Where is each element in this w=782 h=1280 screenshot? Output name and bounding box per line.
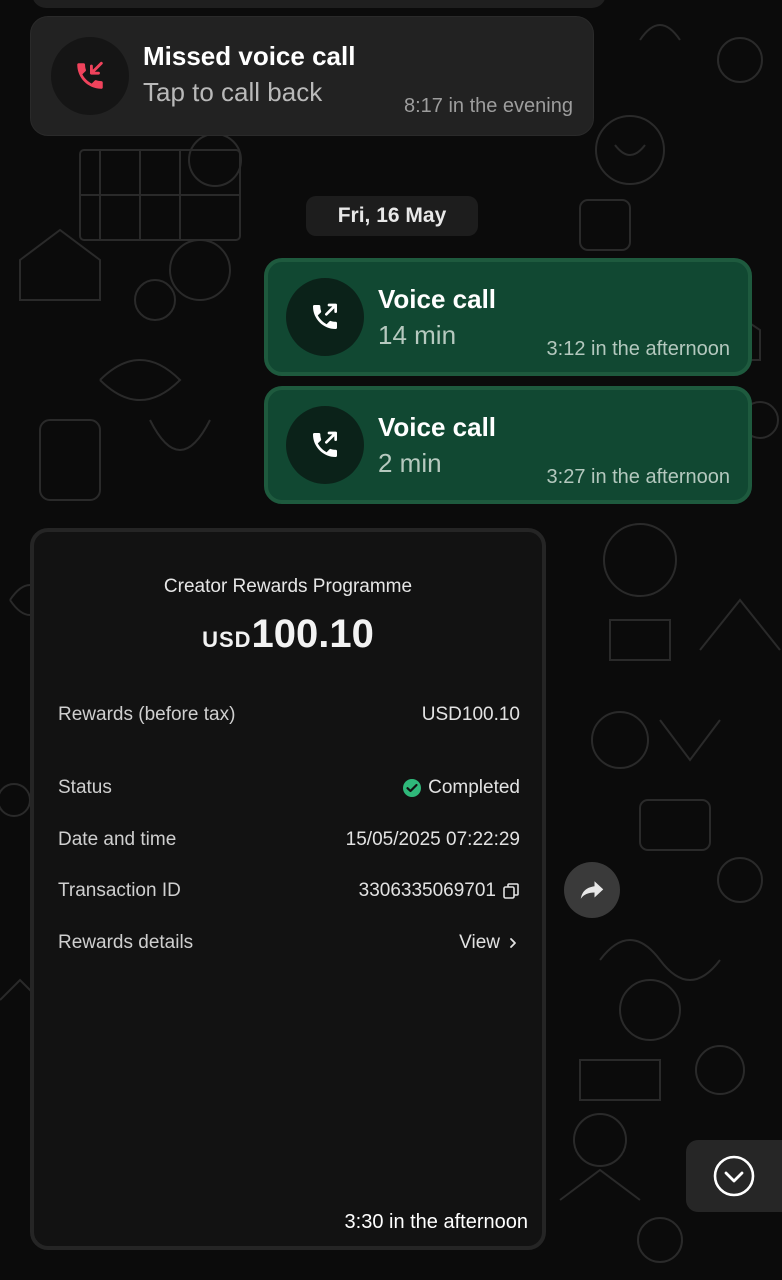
message-timestamp: 8:17 in the evening bbox=[403, 95, 573, 117]
check-circle-icon bbox=[403, 779, 422, 797]
message-timestamp: 3:30 in the afternoon bbox=[344, 1211, 528, 1233]
outgoing-call-icon-wrap bbox=[286, 406, 364, 484]
receipt-amount-value: 100.10 bbox=[251, 612, 374, 656]
receipt-status-value: Completed bbox=[402, 777, 520, 799]
missed-call-bubble[interactable]: Missed voice call Tap to call back 8:17 … bbox=[30, 16, 594, 136]
receipt-row-label: Transaction ID bbox=[58, 880, 181, 901]
receipt-row-label: Rewards (before tax) bbox=[58, 704, 236, 725]
receipt-image-message[interactable]: Creator Rewards Programme USD100.10 Rewa… bbox=[30, 528, 546, 1250]
voice-call-title: Voice call bbox=[378, 284, 497, 314]
chevron-right-icon bbox=[510, 938, 516, 948]
missed-call-subtitle: Tap to call back bbox=[143, 77, 323, 107]
missed-call-icon-wrap bbox=[51, 37, 129, 115]
scroll-to-bottom-button[interactable] bbox=[686, 1140, 782, 1212]
voice-call-duration: 14 min bbox=[378, 320, 457, 350]
message-timestamp: 3:12 in the afternoon bbox=[546, 338, 730, 360]
receipt-view-details: View bbox=[459, 932, 520, 954]
previous-message-remnant bbox=[32, 0, 606, 8]
outgoing-call-icon bbox=[313, 431, 337, 457]
receipt-row-label: Date and time bbox=[58, 829, 177, 850]
receipt-currency: USD bbox=[202, 627, 252, 652]
copy-icon bbox=[503, 883, 519, 899]
missed-call-title: Missed voice call bbox=[143, 41, 356, 71]
voice-call-bubble[interactable]: Voice call 14 min 3:12 in the afternoon bbox=[264, 258, 752, 376]
voice-call-title: Voice call bbox=[378, 412, 497, 442]
missed-call-icon bbox=[77, 61, 103, 89]
outgoing-call-icon bbox=[313, 303, 337, 329]
voice-call-bubble[interactable]: Voice call 2 min 3:27 in the afternoon bbox=[264, 386, 752, 504]
date-separator: Fri, 16 May bbox=[306, 196, 478, 236]
chevron-down-circle-icon bbox=[713, 1155, 755, 1197]
message-timestamp: 3:27 in the afternoon bbox=[546, 466, 730, 488]
receipt-row-value: 15/05/2025 07:22:29 bbox=[345, 829, 520, 850]
forward-icon bbox=[580, 881, 604, 899]
outgoing-call-icon-wrap bbox=[286, 278, 364, 356]
receipt-amount: USD100.10 bbox=[34, 612, 542, 657]
voice-call-duration: 2 min bbox=[378, 448, 442, 478]
receipt-row-label: Status bbox=[58, 777, 112, 798]
receipt-title: Creator Rewards Programme bbox=[163, 576, 413, 597]
receipt-row-label: Rewards details bbox=[58, 932, 194, 953]
forward-button[interactable] bbox=[564, 862, 620, 918]
receipt-transaction-id: 3306335069701 bbox=[359, 880, 520, 902]
receipt-row-value: USD100.10 bbox=[421, 704, 520, 725]
